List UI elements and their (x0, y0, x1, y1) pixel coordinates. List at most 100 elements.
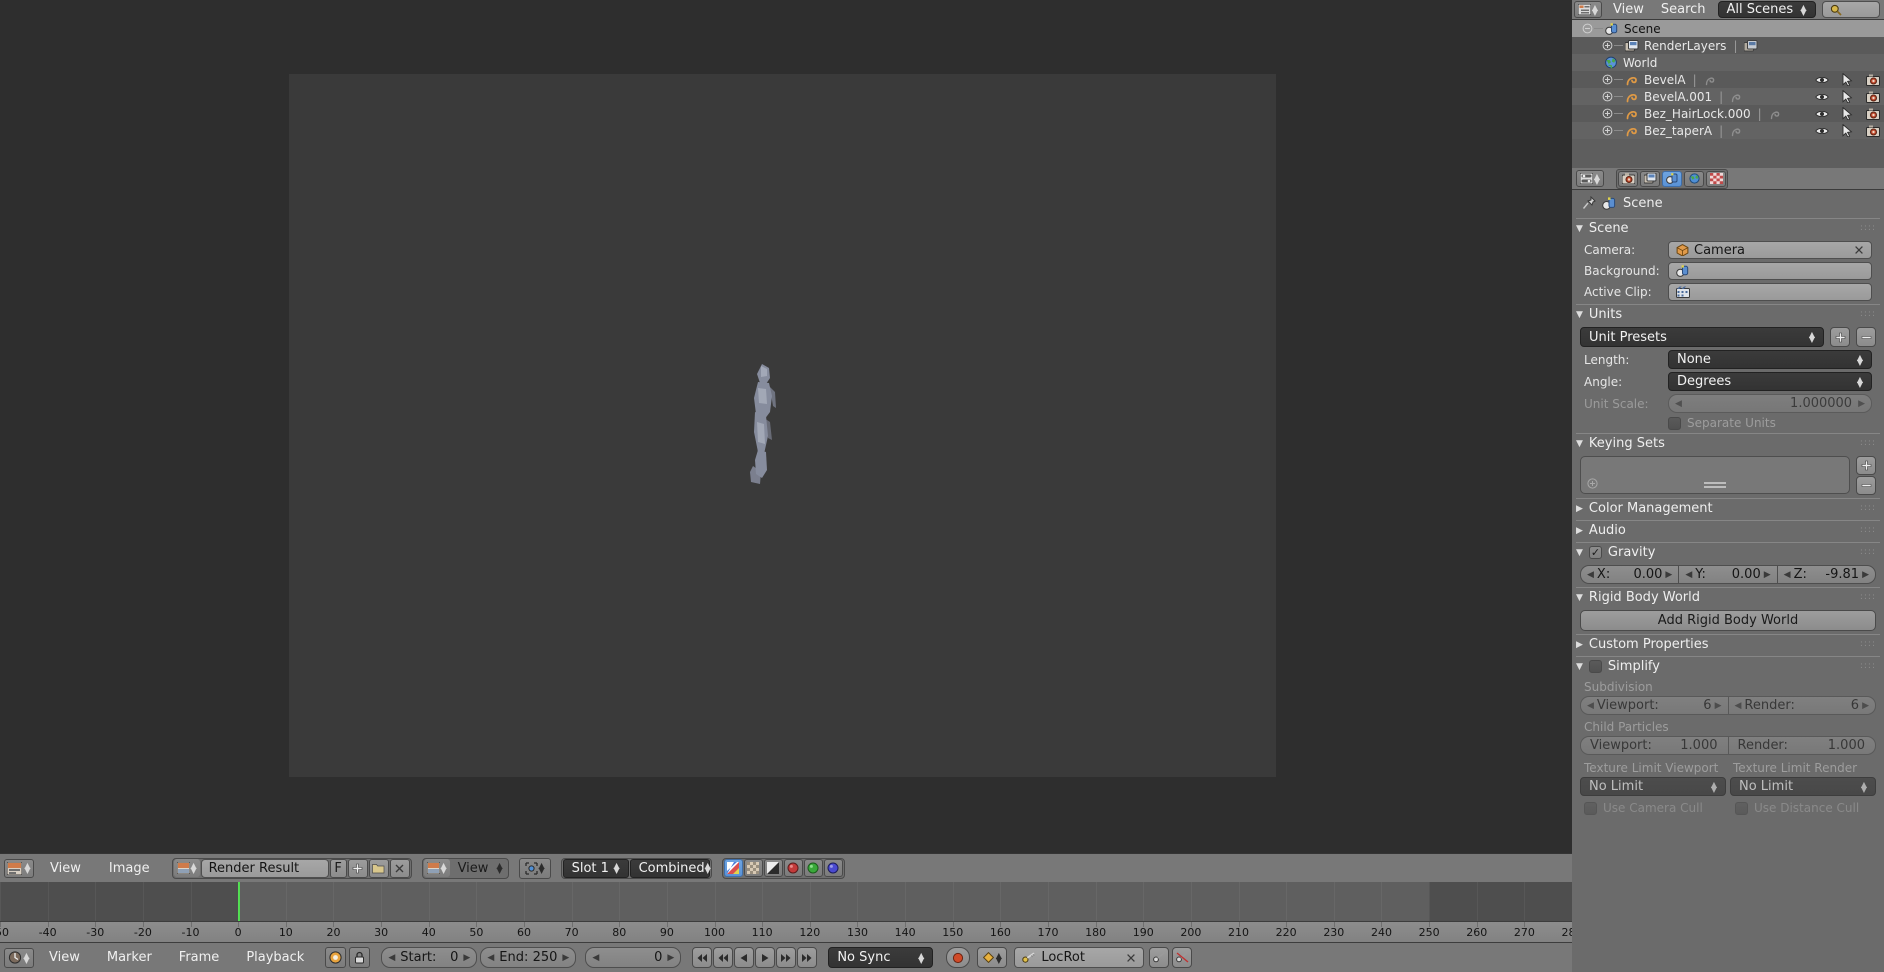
play-icon[interactable] (755, 947, 776, 968)
frame-start-field[interactable]: ◀ Start: 0 ▶ (381, 947, 478, 968)
remove-unit-preset-button[interactable] (1856, 327, 1876, 347)
curve-data-icon[interactable] (1769, 108, 1781, 120)
frame-end-field[interactable]: ◀ End: 250 ▶ (480, 947, 577, 968)
outliner-row-bevela[interactable]: BevelA | (1572, 71, 1884, 88)
subdivision-render-field[interactable]: ◀ Render: 6 ▶ (1727, 696, 1876, 715)
previous-keyframe-icon[interactable] (713, 947, 734, 968)
outliner-row-renderlayers[interactable]: RenderLayers | (1572, 37, 1884, 54)
angle-select[interactable]: Degrees ▲ ▼ (1668, 372, 1872, 391)
panel-grip[interactable]: :::: (1860, 593, 1876, 602)
render-layers-tab[interactable] (1640, 170, 1660, 187)
jump-to-end-icon[interactable] (797, 947, 818, 968)
cursor-select-icon[interactable] (1842, 124, 1853, 137)
units-panel-header[interactable]: ▼ Units :::: (1576, 304, 1880, 324)
background-field[interactable] (1668, 262, 1872, 280)
unit-presets-select[interactable]: Unit Presets ▲ ▼ (1580, 327, 1824, 347)
outliner-search-menu[interactable]: Search (1655, 2, 1712, 17)
gravity-z-field[interactable]: ◀ Z: -9.81 ▶ (1776, 565, 1876, 584)
world-tab[interactable] (1684, 170, 1704, 187)
keying-sets-list[interactable] (1580, 456, 1850, 494)
outliner-display-mode-icon[interactable]: ▲ ▼ (1574, 1, 1602, 18)
curve-data-icon[interactable] (1730, 91, 1742, 103)
panel-grip[interactable]: :::: (1860, 224, 1876, 233)
rigid-body-world-panel-header[interactable]: ▼ Rigid Body World :::: (1576, 587, 1880, 607)
add-keying-set-button[interactable] (1856, 456, 1876, 475)
outliner-expander-icon[interactable] (1582, 23, 1593, 34)
lock-icon[interactable] (349, 947, 371, 968)
panel-grip[interactable]: :::: (1860, 439, 1876, 448)
eye-icon[interactable] (1815, 75, 1829, 85)
outliner-expander-icon[interactable] (1602, 108, 1613, 119)
subdivision-viewport-field[interactable]: ◀ Viewport: 6 ▶ (1580, 696, 1728, 715)
new-image-button[interactable] (347, 858, 368, 878)
child-render-field[interactable]: Render: 1.000 (1727, 736, 1876, 755)
use-camera-cull-row[interactable]: Use Camera Cull (1580, 801, 1725, 815)
z-buffer-channel-icon[interactable] (763, 859, 783, 877)
render-result-canvas[interactable] (289, 74, 1276, 777)
timeline-marker-menu[interactable]: Marker (95, 950, 164, 965)
panel-grip[interactable]: :::: (1860, 640, 1876, 649)
add-rigid-body-world-button[interactable]: Add Rigid Body World (1580, 610, 1876, 631)
use-distance-cull-row[interactable]: Use Distance Cull (1729, 801, 1876, 815)
curve-data-icon[interactable] (1730, 125, 1742, 137)
separate-units-row[interactable]: Separate Units (1576, 416, 1880, 430)
outliner-search-input[interactable] (1821, 1, 1880, 18)
sync-mode-select[interactable]: No Sync ▲ ▼ (828, 947, 934, 968)
keyframe-diamond-icon[interactable]: ▲ ▼ (977, 947, 1008, 968)
gravity-y-field[interactable]: ◀ Y: 0.00 ▶ (1678, 565, 1777, 584)
cursor-select-icon[interactable] (1842, 90, 1853, 103)
unlink-image-button[interactable] (389, 858, 410, 878)
renderlayers-data-icon[interactable] (1744, 39, 1758, 52)
camera-render-icon[interactable] (1866, 74, 1880, 86)
simplify-enable-checkbox[interactable] (1588, 660, 1602, 673)
render-pass-select[interactable]: Combined ▲ ▼ (629, 858, 711, 878)
key-delete-icon[interactable] (1172, 947, 1193, 968)
key-insert-icon[interactable] (1149, 947, 1170, 968)
texture-limit-viewport-select[interactable]: No Limit ▲ ▼ (1580, 777, 1726, 796)
image-editor-type-icon[interactable]: ▲ ▼ (4, 858, 34, 878)
keying-sets-panel-header[interactable]: ▼ Keying Sets :::: (1576, 433, 1880, 453)
panel-grip[interactable]: :::: (1860, 526, 1876, 535)
scene-filter-select[interactable]: All Scenes ▲ ▼ (1717, 1, 1816, 18)
properties-editor-icon[interactable]: ▲ ▼ (1576, 170, 1604, 187)
next-keyframe-icon[interactable] (776, 947, 797, 968)
texture-tab[interactable] (1706, 170, 1726, 187)
gravity-panel-header[interactable]: ▼ ✓ Gravity :::: (1576, 542, 1880, 562)
timeline-playback-menu[interactable]: Playback (234, 950, 316, 965)
simplify-panel-header[interactable]: ▼ Simplify :::: (1576, 656, 1880, 676)
camera-render-icon[interactable] (1866, 125, 1880, 137)
gravity-enable-checkbox[interactable]: ✓ (1588, 546, 1602, 559)
render-slot-select[interactable]: Slot 1 ▲ ▼ (562, 858, 629, 878)
gravity-x-field[interactable]: ◀ X: 0.00 ▶ (1580, 565, 1679, 584)
use-camera-cull-checkbox[interactable] (1584, 801, 1597, 815)
add-unit-preset-button[interactable] (1830, 327, 1850, 347)
cursor-select-icon[interactable] (1842, 73, 1853, 86)
eye-icon[interactable] (1815, 109, 1829, 119)
keying-set-field[interactable]: LocRot (1014, 947, 1145, 968)
play-reverse-icon[interactable] (734, 947, 755, 968)
open-image-button[interactable] (368, 858, 389, 878)
remove-keying-set-button[interactable] (1856, 476, 1876, 495)
render-view-label[interactable]: View (450, 861, 497, 876)
curve-data-icon[interactable] (1704, 74, 1716, 86)
camera-field[interactable]: Camera (1668, 241, 1872, 259)
texture-limit-render-select[interactable]: No Limit ▲ ▼ (1730, 777, 1876, 796)
fake-user-button[interactable]: F (329, 858, 347, 878)
alpha-channel-icon[interactable] (743, 859, 763, 877)
image-editor-view-menu[interactable]: View (38, 861, 93, 876)
timeline-frame-menu[interactable]: Frame (167, 950, 232, 965)
use-distance-cull-checkbox[interactable] (1735, 801, 1748, 815)
length-select[interactable]: None ▲ ▼ (1668, 350, 1872, 369)
camera-render-icon[interactable] (1866, 108, 1880, 120)
pivot-icon[interactable]: ▲ ▼ (518, 857, 551, 879)
panel-grip[interactable]: :::: (1860, 504, 1876, 513)
record-icon[interactable] (946, 947, 971, 968)
cursor-select-icon[interactable] (1842, 107, 1853, 120)
outliner-row-scene[interactable]: Scene (1572, 20, 1884, 37)
jump-to-start-icon[interactable] (692, 947, 713, 968)
eye-icon[interactable] (1815, 126, 1829, 136)
scene-tab[interactable] (1662, 170, 1682, 187)
outliner-row-world[interactable]: World (1572, 54, 1884, 71)
image-name-field[interactable]: Render Result (200, 858, 329, 878)
image-datablock-icon[interactable]: ▲ ▼ (173, 859, 200, 877)
